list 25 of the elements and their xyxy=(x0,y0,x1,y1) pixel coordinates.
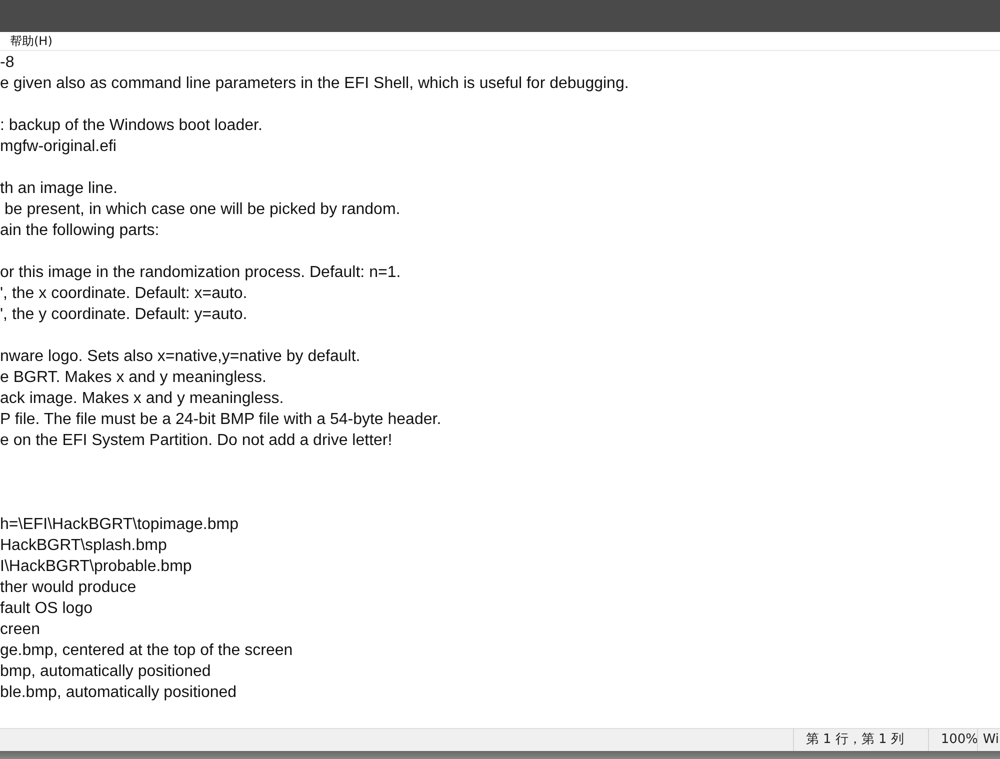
text-line: e BGRT. Makes x and y meaningless. xyxy=(0,368,266,388)
text-line: creen xyxy=(0,620,40,640)
text-line: e on the EFI System Partition. Do not add a drive letter! xyxy=(0,431,392,451)
text-line: fault OS logo xyxy=(0,599,92,619)
text-line: th an image line. xyxy=(0,179,118,199)
text-line: bmp, automatically positioned xyxy=(0,662,211,682)
text-line: -8 xyxy=(0,53,14,73)
text-line: ', the x coordinate. Default: x=auto. xyxy=(0,284,248,304)
text-line: I\HackBGRT\probable.bmp xyxy=(0,557,192,577)
text-line: ain the following parts: xyxy=(0,221,160,241)
text-line: ', the y coordinate. Default: y=auto. xyxy=(0,305,248,325)
text-line: ble.bmp, automatically positioned xyxy=(0,683,237,703)
menu-item[interactable]: 帮助(H) xyxy=(8,33,54,49)
text-line: or this image in the randomization process. Default: n=1. xyxy=(0,263,401,283)
text-line: ack image. Makes x and y meaningless. xyxy=(0,389,284,409)
text-line: nware logo. Sets also x=native,y=native by default. xyxy=(0,347,360,367)
text-line: h=\EFI\HackBGRT\topimage.bmp xyxy=(0,515,238,535)
text-line: ther would produce xyxy=(0,578,136,598)
text-line: P file. The file must be a 24-bit BMP file with a 54-byte header. xyxy=(0,410,442,430)
text-line: e given also as command line parameters in the EFI Shell, which is useful for debugging. xyxy=(0,74,629,94)
text-line: be present, in which case one will be picked by random. xyxy=(3,200,400,220)
text-line: : backup of the Windows boot loader. xyxy=(0,116,262,136)
text-line: mgfw-original.efi xyxy=(0,137,116,157)
text-line: ge.bmp, centered at the top of the screen xyxy=(0,641,293,661)
text-line: HackBGRT\splash.bmp xyxy=(0,536,167,556)
